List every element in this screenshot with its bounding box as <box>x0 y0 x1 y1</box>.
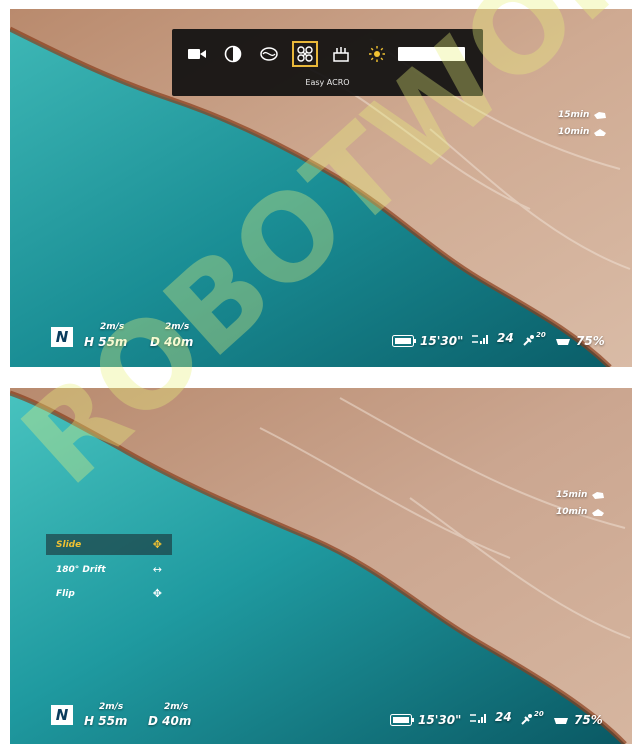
shooting-mode-toolbar: Easy ACRO <box>172 29 483 96</box>
satellite-icon <box>523 335 534 346</box>
battery-icon <box>392 335 416 347</box>
battery-percent: 75% <box>576 334 605 348</box>
menu-item-label: Flip <box>56 588 75 599</box>
height-readout: H 55m <box>84 714 128 728</box>
signal-icon <box>472 335 488 344</box>
tripod-icon[interactable] <box>328 41 354 67</box>
menu-item-label: 180° Drift <box>56 564 106 575</box>
flight-time-1: 15min <box>556 490 588 500</box>
gps-count: 20 <box>536 331 546 339</box>
return-home-icon <box>592 509 604 516</box>
vertical-speed: 2m/s <box>100 322 125 332</box>
horizontal-speed: 2m/s <box>164 702 189 712</box>
flight-timer: 15'30" <box>418 713 462 727</box>
camera-view-bottom: Slide ✥ 180° Drift ↔ Flip ✥ 15min 10min … <box>10 388 632 744</box>
brightness-slider[interactable] <box>398 47 465 61</box>
vertical-speed: 2m/s <box>99 702 124 712</box>
horizontal-speed: 2m/s <box>165 322 190 332</box>
move-icon: ✥ <box>152 538 162 551</box>
height-readout: H 55m <box>84 335 128 349</box>
distance-readout: D 40m <box>148 714 192 728</box>
flight-timer: 15'30" <box>420 334 464 348</box>
signal-icon <box>470 714 486 723</box>
horizontal-arrows-icon: ↔ <box>152 563 162 576</box>
panorama-icon[interactable] <box>256 41 282 67</box>
battery-icon <box>390 714 414 726</box>
menu-item-slide[interactable]: Slide ✥ <box>46 534 172 555</box>
controller-battery-icon <box>554 718 568 724</box>
satellite-icon <box>521 714 532 725</box>
flight-time-1: 15min <box>558 110 590 120</box>
flight-time-2: 10min <box>558 127 590 137</box>
battery-percent: 75% <box>574 713 603 727</box>
satellite-count: 24 <box>495 710 512 724</box>
easy-acro-icon[interactable] <box>292 41 318 67</box>
video-camera-icon[interactable] <box>184 41 210 67</box>
compass-badge: N <box>51 327 73 347</box>
menu-item-180-drift[interactable]: 180° Drift ↔ <box>46 559 172 580</box>
menu-item-label: Slide <box>56 539 82 550</box>
mode-caption: Easy ACRO <box>305 78 350 87</box>
menu-item-flip[interactable]: Flip ✥ <box>46 583 172 604</box>
distance-readout: D 40m <box>150 335 194 349</box>
brightness-icon[interactable] <box>364 41 390 67</box>
return-home-icon <box>594 129 606 136</box>
flight-time-2: 10min <box>556 507 588 517</box>
compass-badge: N <box>51 705 73 725</box>
camera-view-top: Easy ACRO 15min 10min N 2m/s H 55m 2m/s … <box>10 9 632 367</box>
drone-icon <box>594 112 606 119</box>
controller-battery-icon <box>556 339 570 345</box>
drone-icon <box>592 492 604 499</box>
contrast-icon[interactable] <box>220 41 246 67</box>
move-icon: ✥ <box>152 587 162 600</box>
gps-count: 20 <box>534 710 544 718</box>
satellite-count: 24 <box>497 331 514 345</box>
